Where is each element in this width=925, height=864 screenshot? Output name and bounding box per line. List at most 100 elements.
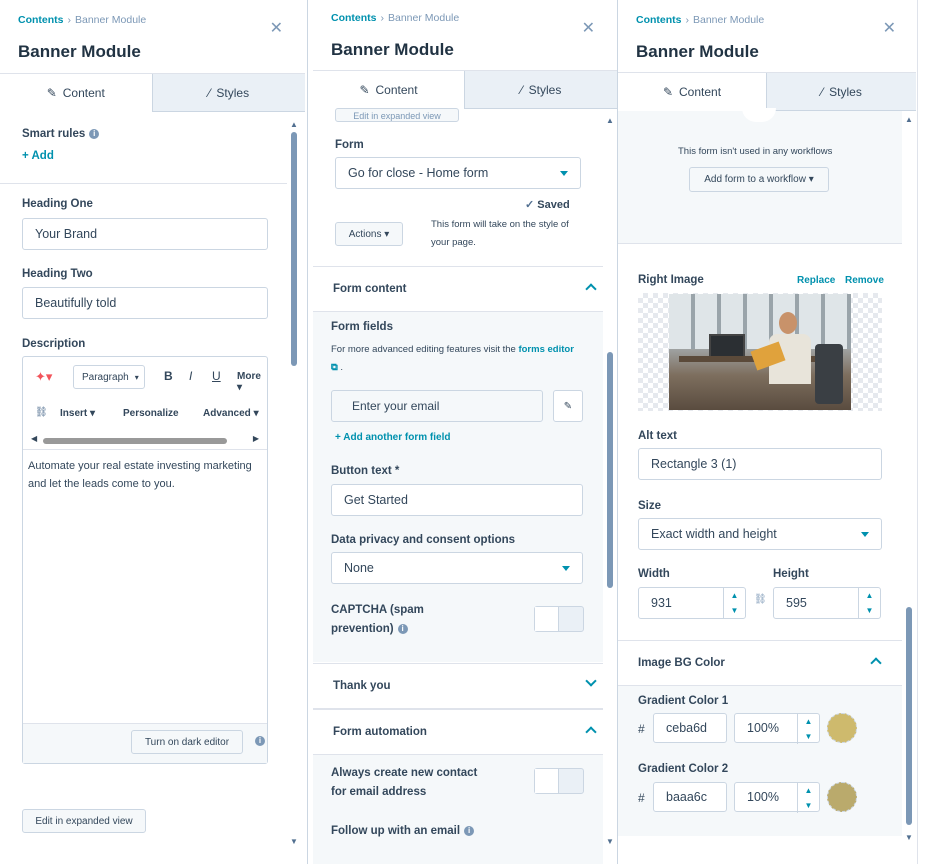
saved-status: ✓ Saved xyxy=(525,198,570,211)
hash-symbol: # xyxy=(638,722,645,736)
bold-button[interactable]: B xyxy=(164,369,173,383)
personalize-button[interactable]: Personalize xyxy=(123,408,179,419)
height-label: Height xyxy=(773,568,809,580)
email-field[interactable]: Enter your email xyxy=(331,390,543,422)
increment-icon[interactable]: ▲ xyxy=(798,783,819,798)
chevron-up-icon xyxy=(585,283,597,295)
close-icon[interactable]: ✕ xyxy=(883,18,896,38)
tab-styles[interactable]: ⁄ Styles xyxy=(153,74,306,112)
tab-bar: ✎ Content ⁄ Styles xyxy=(618,73,916,111)
insert-button[interactable]: Insert ▾ xyxy=(60,408,95,419)
tab-content-label: Content xyxy=(62,86,105,100)
breadcrumb-root[interactable]: Contents xyxy=(18,14,64,26)
underline-button[interactable]: U xyxy=(212,369,221,383)
scroll-down-icon[interactable]: ▼ xyxy=(905,833,913,842)
tab-content-label: Content xyxy=(679,85,722,99)
advanced-button[interactable]: Advanced ▾ xyxy=(203,408,259,419)
gradient-1-swatch[interactable] xyxy=(827,713,857,743)
info-icon: i xyxy=(464,825,475,836)
form-select[interactable]: Go for close - Home form xyxy=(335,157,581,189)
breadcrumb-root[interactable]: Contents xyxy=(331,12,377,24)
info-icon: i xyxy=(255,736,265,746)
gradient-1-opacity-value: 100% xyxy=(747,721,779,735)
toolbar-scrollbar[interactable]: ◀ ▶ xyxy=(31,434,259,445)
captcha-label-2: prevention) i xyxy=(331,623,408,635)
remove-image-link[interactable]: Remove xyxy=(845,275,884,286)
page-title: Banner Module xyxy=(18,42,141,61)
add-smart-rule-button[interactable]: + Add xyxy=(22,150,54,162)
actions-button[interactable]: Actions ▾ xyxy=(335,222,403,246)
link-icon[interactable]: ⛓ xyxy=(35,407,48,418)
add-label: Add xyxy=(31,150,54,162)
decrement-icon[interactable]: ▼ xyxy=(724,603,745,618)
heading-one-input[interactable]: Your Brand xyxy=(22,218,268,250)
sparkle-icon[interactable]: ✦▾ xyxy=(35,369,52,385)
tab-content[interactable]: ✎ Content xyxy=(313,71,465,109)
form-automation-header[interactable]: Form automation xyxy=(313,709,617,755)
gradient-1-hex-input[interactable]: ceba6d xyxy=(653,713,727,743)
paragraph-select[interactable]: Paragraph ▾ xyxy=(73,365,145,389)
italic-button[interactable]: I xyxy=(189,369,192,383)
editor-text[interactable]: Automate your real estate investing mark… xyxy=(28,457,258,493)
gradient-2-opacity-input[interactable]: 100% ▲ ▼ xyxy=(734,782,820,813)
decrement-icon[interactable]: ▼ xyxy=(859,603,880,618)
tab-styles[interactable]: ⁄ Styles xyxy=(767,73,916,111)
more-button[interactable]: More ▾ xyxy=(237,371,267,393)
add-workflow-button[interactable]: Add form to a workflow ▾ xyxy=(689,167,829,192)
heading-two-input[interactable]: Beautifully told xyxy=(22,287,268,319)
panel-header: Contents › Banner Module Banner Module ✕ xyxy=(0,0,305,74)
captcha-toggle[interactable] xyxy=(534,606,584,632)
width-input[interactable]: 931 ▲ ▼ xyxy=(638,587,746,619)
decrement-icon[interactable]: ▼ xyxy=(798,729,819,744)
scrollbar[interactable]: ▲ ▼ xyxy=(902,111,916,864)
tab-content[interactable]: ✎ Content xyxy=(0,74,153,112)
image-preview[interactable] xyxy=(638,293,882,411)
scroll-down-icon[interactable]: ▼ xyxy=(290,837,298,846)
scrollbar[interactable]: ▲ ▼ xyxy=(287,112,301,864)
alt-text-input[interactable]: Rectangle 3 (1) xyxy=(638,448,882,480)
scroll-up-icon[interactable]: ▲ xyxy=(290,120,298,129)
replace-image-link[interactable]: Replace xyxy=(797,275,835,286)
close-icon[interactable]: ✕ xyxy=(582,18,595,38)
scroll-down-icon[interactable]: ▼ xyxy=(606,837,614,846)
privacy-select[interactable]: None xyxy=(331,552,583,584)
smart-rules-label: Smart rules i xyxy=(22,128,100,140)
dark-editor-button[interactable]: Turn on dark editor xyxy=(131,730,243,754)
scroll-left-icon[interactable]: ◀ xyxy=(31,434,37,443)
lock-ratio-icon[interactable]: ⛓ xyxy=(754,594,767,605)
tab-styles[interactable]: ⁄ Styles xyxy=(465,71,617,109)
expanded-view-button[interactable]: Edit in expanded view xyxy=(335,108,459,122)
privacy-select-value: None xyxy=(344,561,374,575)
increment-icon[interactable]: ▲ xyxy=(798,714,819,729)
gradient-2-swatch[interactable] xyxy=(827,782,857,812)
form-content-header[interactable]: Form content xyxy=(313,266,617,312)
scroll-up-icon[interactable]: ▲ xyxy=(905,115,913,124)
breadcrumb-root[interactable]: Contents xyxy=(636,14,682,26)
close-icon[interactable]: ✕ xyxy=(270,18,283,38)
decrement-icon[interactable]: ▼ xyxy=(798,798,819,813)
increment-icon[interactable]: ▲ xyxy=(859,588,880,603)
scroll-right-icon[interactable]: ▶ xyxy=(253,434,259,443)
width-label: Width xyxy=(638,568,670,580)
always-create-toggle[interactable] xyxy=(534,768,584,794)
image-bg-color-header[interactable]: Image BG Color xyxy=(618,640,902,686)
gradient-2-hex-input[interactable]: baaa6c xyxy=(653,782,727,812)
edit-field-button[interactable]: ✎ xyxy=(553,390,583,422)
chevron-up-icon xyxy=(585,726,597,738)
gradient-1-opacity-input[interactable]: 100% ▲ ▼ xyxy=(734,713,820,744)
button-text-input[interactable]: Get Started xyxy=(331,484,583,516)
scrollbar[interactable]: ▲ ▼ xyxy=(603,112,617,864)
height-input[interactable]: 595 ▲ ▼ xyxy=(773,587,881,619)
tab-bar: ✎ Content ⁄ Styles xyxy=(0,74,305,112)
description-label: Description xyxy=(22,338,86,350)
thank-you-header[interactable]: Thank you xyxy=(313,663,617,709)
increment-icon[interactable]: ▲ xyxy=(724,588,745,603)
tab-content[interactable]: ✎ Content xyxy=(618,73,767,111)
size-select[interactable]: Exact width and height xyxy=(638,518,882,550)
expanded-view-button[interactable]: Edit in expanded view xyxy=(22,809,146,833)
editor-footer: Turn on dark editor i xyxy=(23,723,267,763)
scroll-up-icon[interactable]: ▲ xyxy=(606,116,614,125)
add-form-field-button[interactable]: + Add another form field xyxy=(335,432,450,443)
heading-one-label: Heading One xyxy=(22,198,93,210)
form-fields-label: Form fields xyxy=(331,321,393,333)
